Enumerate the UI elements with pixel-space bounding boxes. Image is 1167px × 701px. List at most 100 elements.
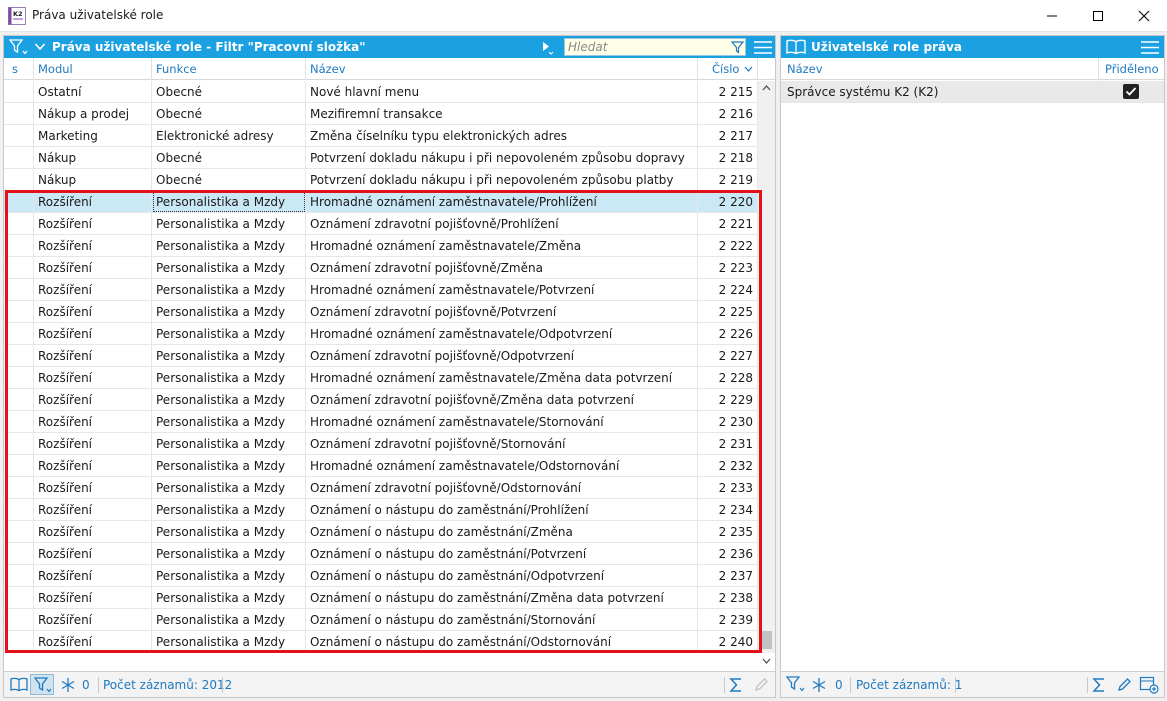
cell-funkce[interactable]: Personalistika a Mzdy (152, 631, 306, 653)
cell-cislo[interactable]: 2 231 (698, 433, 758, 455)
chevron-down-icon[interactable] (34, 42, 46, 52)
cell-funkce[interactable]: Personalistika a Mzdy (152, 301, 306, 323)
cell-s[interactable] (4, 411, 34, 433)
cell-funkce[interactable]: Obecné (152, 81, 306, 103)
cell-modul[interactable]: Rozšíření (34, 191, 152, 213)
cell-s[interactable] (4, 543, 34, 565)
cell-s[interactable] (4, 301, 34, 323)
cell-funkce[interactable]: Personalistika a Mzdy (152, 521, 306, 543)
book-icon[interactable] (10, 677, 28, 692)
cell-funkce[interactable]: Personalistika a Mzdy (152, 587, 306, 609)
cell-funkce[interactable]: Obecné (152, 103, 306, 125)
minimize-button[interactable] (1029, 0, 1075, 32)
book-icon[interactable] (786, 39, 806, 55)
cell-modul[interactable]: Nákup (34, 169, 152, 191)
column-header-nazev[interactable]: Název (306, 58, 698, 80)
checkbox-checked-icon[interactable] (1123, 84, 1139, 99)
cell-cislo[interactable]: 2 215 (698, 81, 758, 103)
table-row[interactable]: Rozšíření Personalistika a Mzdy Hromadné o… (4, 191, 758, 213)
table-row[interactable]: Rozšíření Personalistika a Mzdy Hromadné o… (4, 411, 758, 433)
column-header-funkce[interactable]: Funkce (152, 58, 306, 80)
cell-nazev[interactable]: Oznámení zdravotní pojišťovně/Prohlížení (306, 213, 698, 235)
cell-prideleno[interactable] (1099, 81, 1164, 103)
cell-cislo[interactable]: 2 240 (698, 631, 758, 653)
cell-s[interactable] (4, 389, 34, 411)
table-row[interactable]: Rozšíření Personalistika a Mzdy Hromadné o… (4, 455, 758, 477)
cell-modul[interactable]: Nákup a prodej (34, 103, 152, 125)
scrollbar-thumb[interactable] (761, 631, 772, 649)
table-row[interactable]: Nákup Obecné Potvrzení dokladu nákupu i př… (4, 147, 758, 169)
column-header-modul[interactable]: Modul (34, 58, 152, 80)
table-row[interactable]: Marketing Elektronické adresy Změna číseln… (4, 125, 758, 147)
cell-cislo[interactable]: 2 222 (698, 235, 758, 257)
table-row[interactable]: Ostatní Obecné Nové hlavní menu 2 215 (4, 81, 758, 103)
cell-s[interactable] (4, 609, 34, 631)
cell-modul[interactable]: Rozšíření (34, 389, 152, 411)
cell-s[interactable] (4, 345, 34, 367)
cell-funkce[interactable]: Personalistika a Mzdy (152, 433, 306, 455)
cell-nazev[interactable]: Potvrzení dokladu nákupu i při nepovolen… (306, 169, 698, 191)
cell-funkce[interactable]: Personalistika a Mzdy (152, 389, 306, 411)
cell-funkce[interactable]: Personalistika a Mzdy (152, 323, 306, 345)
cell-modul[interactable]: Rozšíření (34, 257, 152, 279)
cell-s[interactable] (4, 81, 34, 103)
cell-cislo[interactable]: 2 217 (698, 125, 758, 147)
cell-funkce[interactable]: Personalistika a Mzdy (152, 565, 306, 587)
cell-s[interactable] (4, 125, 34, 147)
cell-funkce[interactable]: Personalistika a Mzdy (152, 411, 306, 433)
table-row[interactable]: Rozšíření Personalistika a Mzdy Hromadné o… (4, 367, 758, 389)
snowflake-icon[interactable] (811, 677, 827, 693)
scroll-down-icon[interactable] (762, 658, 771, 664)
cell-nazev[interactable]: Oznámení zdravotní pojišťovně/Odstornová… (306, 477, 698, 499)
cell-nazev[interactable]: Hromadné oznámení zaměstnavatele/Stornov… (306, 411, 698, 433)
cell-cislo[interactable]: 2 220 (698, 191, 758, 213)
cell-s[interactable] (4, 521, 34, 543)
cell-modul[interactable]: Rozšíření (34, 521, 152, 543)
cell-funkce[interactable]: Personalistika a Mzdy (152, 609, 306, 631)
cell-cislo[interactable]: 2 234 (698, 499, 758, 521)
column-header-s[interactable]: s (4, 58, 34, 80)
cell-s[interactable] (4, 455, 34, 477)
table-row[interactable]: Rozšíření Personalistika a Mzdy Oznámení o… (4, 543, 758, 565)
cell-funkce[interactable]: Personalistika a Mzdy (152, 543, 306, 565)
cell-cislo[interactable]: 2 235 (698, 521, 758, 543)
filter-icon[interactable] (9, 39, 29, 56)
cell-s[interactable] (4, 257, 34, 279)
cell-nazev[interactable]: Hromadné oznámení zaměstnavatele/Změna (306, 235, 698, 257)
cell-nazev[interactable]: Oznámení zdravotní pojišťovně/Potvrzení (306, 301, 698, 323)
cell-s[interactable] (4, 367, 34, 389)
cell-cislo[interactable]: 2 221 (698, 213, 758, 235)
cell-s[interactable] (4, 279, 34, 301)
cell-nazev[interactable]: Hromadné oznámení zaměstnavatele/Odstorn… (306, 455, 698, 477)
cell-modul[interactable]: Rozšíření (34, 433, 152, 455)
cell-cislo[interactable]: 2 233 (698, 477, 758, 499)
table-row[interactable]: Rozšíření Personalistika a Mzdy Oznámení o… (4, 587, 758, 609)
sigma-icon[interactable] (729, 677, 743, 693)
scroll-up-icon[interactable] (762, 85, 771, 91)
cell-cislo[interactable]: 2 232 (698, 455, 758, 477)
cell-cislo[interactable]: 2 227 (698, 345, 758, 367)
cell-nazev[interactable]: Oznámení o nástupu do zaměstnání/Potvrze… (306, 543, 698, 565)
cell-cislo[interactable]: 2 225 (698, 301, 758, 323)
cell-modul[interactable]: Rozšíření (34, 631, 152, 653)
cell-cislo[interactable]: 2 239 (698, 609, 758, 631)
cell-cislo[interactable]: 2 228 (698, 367, 758, 389)
cell-cislo[interactable]: 2 230 (698, 411, 758, 433)
cell-funkce[interactable]: Personalistika a Mzdy (152, 191, 306, 213)
play-arrow-icon[interactable] (541, 41, 555, 55)
cell-modul[interactable]: Rozšíření (34, 323, 152, 345)
cell-funkce[interactable]: Personalistika a Mzdy (152, 345, 306, 367)
table-row[interactable]: Nákup a prodej Obecné Mezifiremní transakc… (4, 103, 758, 125)
filter-toggle-button[interactable] (30, 674, 54, 695)
cell-s[interactable] (4, 213, 34, 235)
cell-funkce[interactable]: Personalistika a Mzdy (152, 367, 306, 389)
cell-modul[interactable]: Rozšíření (34, 213, 152, 235)
cell-role-nazev[interactable]: Správce systému K2 (K2) (781, 81, 1099, 103)
cell-nazev[interactable]: Hromadné oznámení zaměstnavatele/Změna d… (306, 367, 698, 389)
cell-nazev[interactable]: Oznámení zdravotní pojišťovně/Změna (306, 257, 698, 279)
table-row[interactable]: Rozšíření Personalistika a Mzdy Oznámení z… (4, 345, 758, 367)
cell-nazev[interactable]: Hromadné oznámení zaměstnavatele/Potvrze… (306, 279, 698, 301)
close-button[interactable] (1121, 0, 1167, 32)
table-row[interactable]: Rozšíření Personalistika a Mzdy Oznámení o… (4, 609, 758, 631)
table-row[interactable]: Rozšíření Personalistika a Mzdy Oznámení z… (4, 301, 758, 323)
